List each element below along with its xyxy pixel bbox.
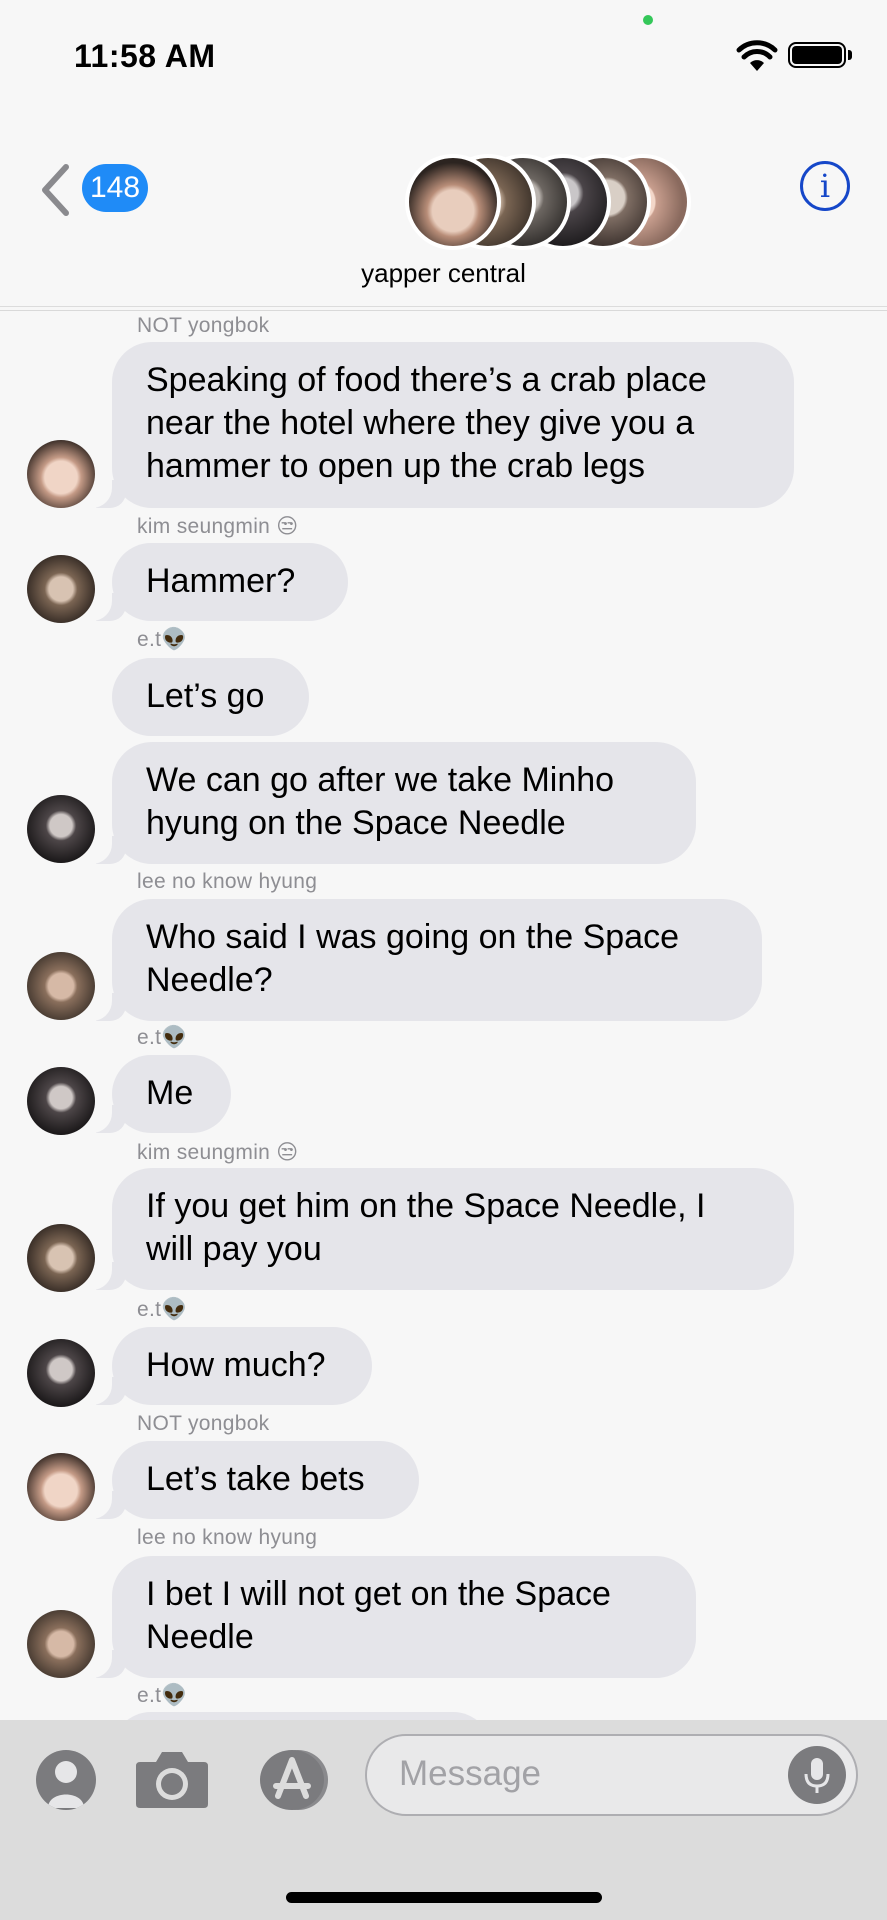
message-bubble[interactable]: How much? (82, 1327, 372, 1405)
camera-indicator-dot (643, 15, 653, 25)
group-avatar-stack[interactable] (405, 154, 695, 254)
message-bubble[interactable]: Me (82, 1055, 231, 1133)
message-bubble[interactable]: We can go after we take Minho hyung on t… (82, 742, 696, 864)
message-thread[interactable]: NOT yongbok Speaking of food there’s a c… (0, 310, 887, 1720)
divider (0, 306, 887, 307)
sender-name: kim seungmin 😒 (137, 1141, 299, 1164)
message-text: We can go after we take Minho hyung on t… (146, 761, 615, 842)
conversation-header: 148 yapper central i (0, 110, 887, 311)
battery-icon (788, 42, 854, 72)
message-bubble[interactable]: I bet I will not get on the Space Needle (82, 1556, 696, 1678)
message-text: Speaking of food there’s a crab place ne… (146, 361, 707, 485)
sender-name: e.t👽 (137, 1026, 188, 1049)
contact-icon[interactable] (36, 1750, 96, 1810)
wifi-icon (736, 40, 778, 71)
group-name[interactable]: yapper central (0, 258, 887, 289)
message-bubble[interactable]: Let’s take bets (82, 1441, 419, 1519)
message-text: How much? (146, 1346, 326, 1384)
back-button[interactable]: 148 (40, 160, 160, 220)
avatar[interactable] (27, 1339, 95, 1407)
avatar[interactable] (27, 1067, 95, 1135)
message-bubble[interactable]: Speaking of food there’s a crab place ne… (82, 342, 794, 508)
message-text: Me (146, 1074, 194, 1112)
sender-name: e.t👽 (137, 1298, 188, 1321)
message-text: Let’s take bets (146, 1460, 365, 1498)
message-bubble[interactable]: Hammer? (82, 543, 348, 621)
microphone-icon[interactable] (788, 1746, 846, 1804)
sender-name: e.t👽 (137, 1684, 188, 1707)
message-bubble[interactable] (112, 1712, 492, 1720)
sender-name: e.t👽 (137, 628, 188, 651)
chevron-left-icon (42, 164, 69, 216)
message-bubble[interactable]: Let’s go (112, 658, 309, 736)
avatar[interactable] (27, 1224, 95, 1292)
camera-icon[interactable] (134, 1748, 210, 1810)
info-icon[interactable]: i (800, 161, 850, 211)
avatar[interactable] (27, 1453, 95, 1521)
avatar[interactable] (27, 795, 95, 863)
message-text: Hammer? (146, 562, 296, 600)
app-store-icon[interactable] (254, 1748, 330, 1812)
message-text: Who said I was going on the Space Needle… (146, 918, 679, 999)
message-text: I bet I will not get on the Space Needle (146, 1575, 611, 1656)
sender-name: kim seungmin 😒 (137, 515, 299, 538)
home-indicator[interactable] (286, 1892, 602, 1903)
status-time: 11:58 AM (74, 38, 216, 74)
message-text: Let’s go (146, 677, 265, 715)
sender-name: NOT yongbok (137, 1412, 270, 1435)
avatar[interactable] (27, 555, 95, 623)
avatar[interactable] (27, 952, 95, 1020)
sender-name: NOT yongbok (137, 314, 270, 337)
sender-name: lee no know hyung (137, 1526, 318, 1549)
status-bar: 11:58 AM (0, 0, 887, 110)
message-bubble[interactable]: Who said I was going on the Space Needle… (82, 899, 762, 1021)
sender-name: lee no know hyung (137, 870, 318, 893)
avatar[interactable] (27, 440, 95, 508)
message-input[interactable]: Message (365, 1734, 858, 1816)
avatar (405, 154, 501, 250)
message-placeholder: Message (399, 1754, 542, 1793)
message-bubble[interactable]: If you get him on the Space Needle, I wi… (82, 1168, 794, 1290)
avatar[interactable] (27, 1610, 95, 1678)
compose-bar: Message (0, 1720, 887, 1920)
unread-count-badge: 148 (82, 164, 149, 212)
message-text: If you get him on the Space Needle, I wi… (146, 1187, 706, 1268)
